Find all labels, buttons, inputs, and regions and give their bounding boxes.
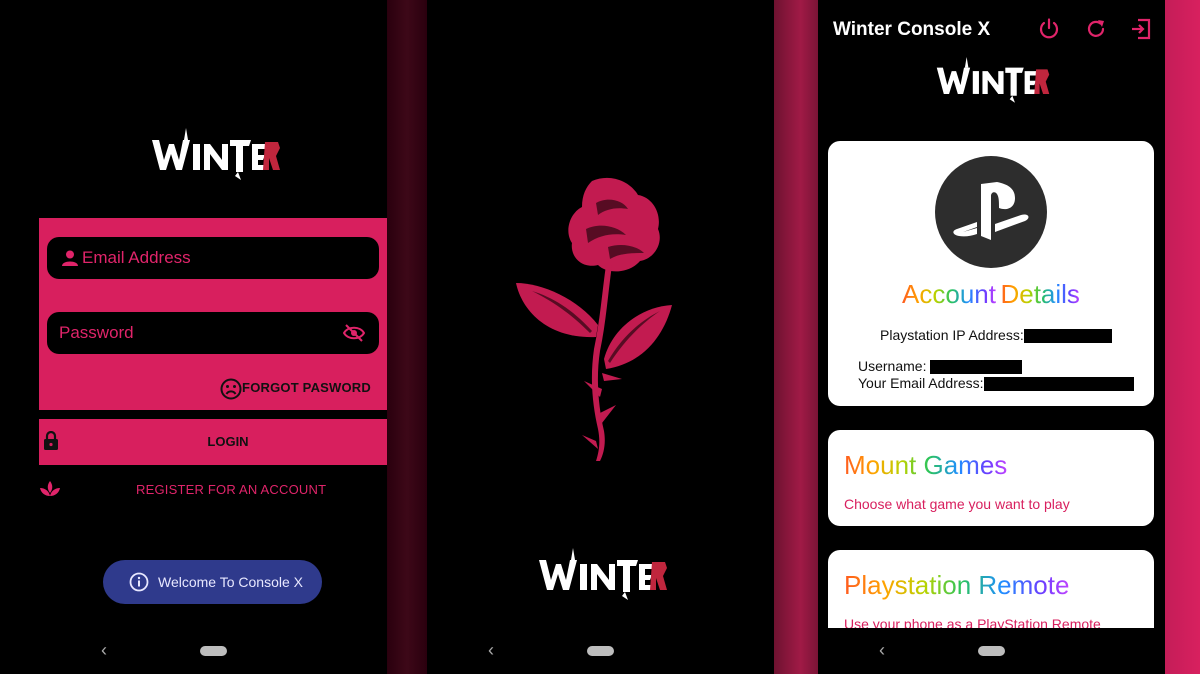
welcome-toast: Welcome To Console X: [103, 560, 322, 604]
power-icon[interactable]: [1038, 18, 1060, 40]
toast-text: Welcome To Console X: [158, 574, 303, 590]
back-icon[interactable]: ‹: [101, 640, 107, 661]
account-details-title: Account Details: [828, 279, 1154, 310]
email-placeholder: Email Address: [82, 248, 191, 267]
mount-games-title: Mount Games: [844, 450, 1008, 480]
register-label: REGISTER FOR AN ACCOUNT: [136, 482, 327, 497]
email-field[interactable]: Email Address: [47, 237, 379, 279]
system-nav-bar: ‹: [427, 638, 774, 662]
system-nav-bar: ‹: [818, 628, 1165, 674]
mount-games-subtitle: Choose what game you want to play: [844, 496, 1070, 512]
login-button[interactable]: LOGIN: [39, 419, 387, 465]
winter-logo: [936, 57, 1050, 103]
title-part-1: Account: [902, 279, 996, 309]
sad-face-icon: [220, 378, 242, 400]
email-row: Your Email Address:: [858, 375, 1134, 392]
dashboard-screen: Winter Console X Account Details Playsta…: [818, 0, 1165, 674]
username-label: Username:: [858, 358, 927, 374]
redacted-ip: [1023, 329, 1112, 344]
login-form-panel: Email Address Password FORGOT PASWORD: [39, 218, 387, 410]
home-pill[interactable]: [587, 646, 614, 656]
username-row: Username:: [858, 358, 1023, 375]
system-nav-bar: ‹: [0, 638, 387, 662]
lotus-icon: [40, 481, 60, 496]
background-strip: [774, 0, 818, 674]
account-details-card: Account Details Playstation IP Address: …: [828, 141, 1154, 406]
redacted-email: [983, 377, 1134, 392]
register-link[interactable]: REGISTER FOR AN ACCOUNT: [39, 479, 387, 501]
rose-icon: [516, 177, 672, 461]
back-icon[interactable]: ‹: [879, 640, 885, 661]
ip-row: Playstation IP Address:: [880, 327, 1112, 344]
playstation-icon: [953, 182, 1029, 240]
home-pill[interactable]: [200, 646, 227, 656]
background-strip: [1165, 0, 1200, 674]
info-icon: [129, 572, 149, 592]
login-label: LOGIN: [207, 434, 249, 449]
splash-screen: ‹: [427, 0, 774, 674]
winter-logo: [152, 128, 280, 180]
app-title: Winter Console X: [833, 19, 991, 40]
password-placeholder: Password: [59, 323, 134, 342]
home-pill[interactable]: [978, 646, 1005, 656]
remote-title: Playstation Remote: [844, 570, 1070, 600]
background-strip: [387, 0, 427, 674]
password-field[interactable]: Password: [47, 312, 379, 354]
login-screen: Email Address Password FORGOT PASWORD LO…: [0, 0, 387, 674]
eye-off-icon[interactable]: [343, 324, 365, 342]
logout-icon[interactable]: [1130, 18, 1152, 40]
refresh-icon[interactable]: [1085, 18, 1107, 40]
email-label: Your Email Address:: [858, 375, 984, 391]
back-icon[interactable]: ‹: [488, 640, 494, 661]
title-part-2: Details: [1000, 279, 1080, 309]
playstation-badge: [935, 156, 1047, 268]
ip-label: Playstation IP Address:: [880, 327, 1024, 343]
redacted-username: [930, 360, 1023, 375]
person-icon: [62, 250, 78, 266]
winter-logo: [539, 548, 667, 600]
forgot-password-link[interactable]: FORGOT PASWORD: [242, 380, 371, 395]
mount-games-card[interactable]: Mount Games Choose what game you want to…: [828, 430, 1154, 526]
